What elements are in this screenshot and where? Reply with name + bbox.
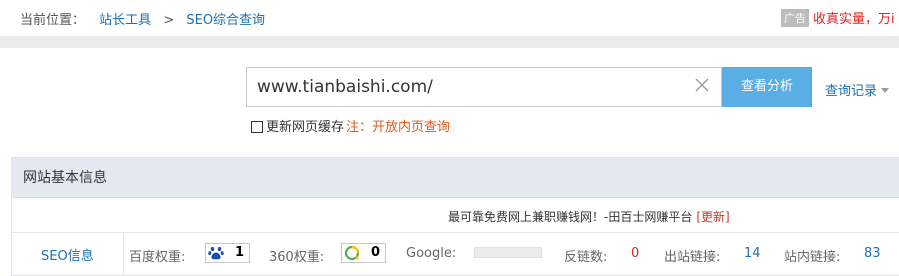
baidu-weight-badge[interactable]: 1	[205, 243, 250, 263]
360-weight-label: 360权重:	[269, 250, 325, 265]
top-bar: 当前位置： 站长工具 > SEO综合查询 广告 收真实量，万i	[0, 0, 899, 36]
site-info-title: 网站基本信息	[12, 158, 899, 198]
google-pagerank-bar	[474, 247, 542, 258]
baidu-weight-value: 1	[234, 245, 244, 260]
update-cache-label[interactable]: 更新网页缓存	[266, 120, 344, 135]
outbound-links-value[interactable]: 14	[744, 246, 761, 261]
ad-text[interactable]: 收真实量，万i	[813, 12, 895, 27]
breadcrumb-link-seo[interactable]: SEO综合查询	[186, 13, 265, 28]
domain-input[interactable]	[247, 68, 677, 106]
backlinks-value[interactable]: 0	[631, 246, 639, 261]
seo-info-row: SEO信息 百度权重: 1 360权重: 0 Google: 反链数: 0 出站…	[12, 233, 899, 276]
breadcrumb-label: 当前位置：	[20, 13, 86, 28]
google-label: Google:	[406, 246, 457, 261]
divider	[123, 233, 124, 276]
site-title-row: 最可靠免费网上兼职赚钱网！-田百士网赚平台 [更新]	[12, 198, 899, 233]
analyze-button[interactable]: 查看分析	[722, 67, 812, 107]
backlinks-label: 反链数:	[564, 250, 608, 265]
baidu-paw-icon	[206, 244, 226, 262]
update-cache-checkbox[interactable]	[251, 121, 263, 133]
ad-banner[interactable]: 广告 收真实量，万i	[781, 8, 895, 27]
inner-page-note: 注：开放内页查询	[346, 120, 451, 135]
baidu-weight-label: 百度权重:	[129, 250, 186, 265]
breadcrumb-separator: >	[163, 13, 175, 28]
internal-links-value[interactable]: 83	[864, 246, 881, 261]
site-title-text: 最可靠免费网上兼职赚钱网！-田百士网赚平台	[448, 210, 693, 224]
chevron-down-icon	[881, 88, 890, 93]
site-info-panel: 网站基本信息 最可靠免费网上兼职赚钱网！-田百士网赚平台 [更新] SEO信息 百…	[11, 157, 899, 276]
update-link[interactable]: [更新]	[696, 210, 729, 224]
breadcrumb-link-tools[interactable]: 站长工具	[99, 13, 151, 28]
ad-tag: 广告	[781, 9, 809, 27]
internal-links-label: 站内链接:	[784, 250, 841, 265]
360-weight-value: 0	[370, 245, 380, 260]
cache-option: 更新网页缓存 注：开放内页查询	[251, 116, 450, 135]
site-title: 最可靠免费网上兼职赚钱网！-田百士网赚平台 [更新]	[448, 208, 730, 225]
section-divider	[0, 36, 899, 48]
query-history-label[interactable]: 查询记录	[825, 84, 877, 99]
outbound-links-label: 出站链接:	[664, 250, 721, 265]
360-weight-badge[interactable]: 0	[341, 243, 386, 263]
breadcrumb: 当前位置： 站长工具 > SEO综合查询	[20, 9, 265, 28]
seo-info-label[interactable]: SEO信息	[41, 245, 94, 264]
query-history-dropdown[interactable]: 查询记录	[825, 80, 890, 99]
search-box[interactable]	[246, 67, 722, 107]
clear-icon[interactable]	[695, 78, 709, 92]
360-logo-icon	[342, 244, 362, 262]
